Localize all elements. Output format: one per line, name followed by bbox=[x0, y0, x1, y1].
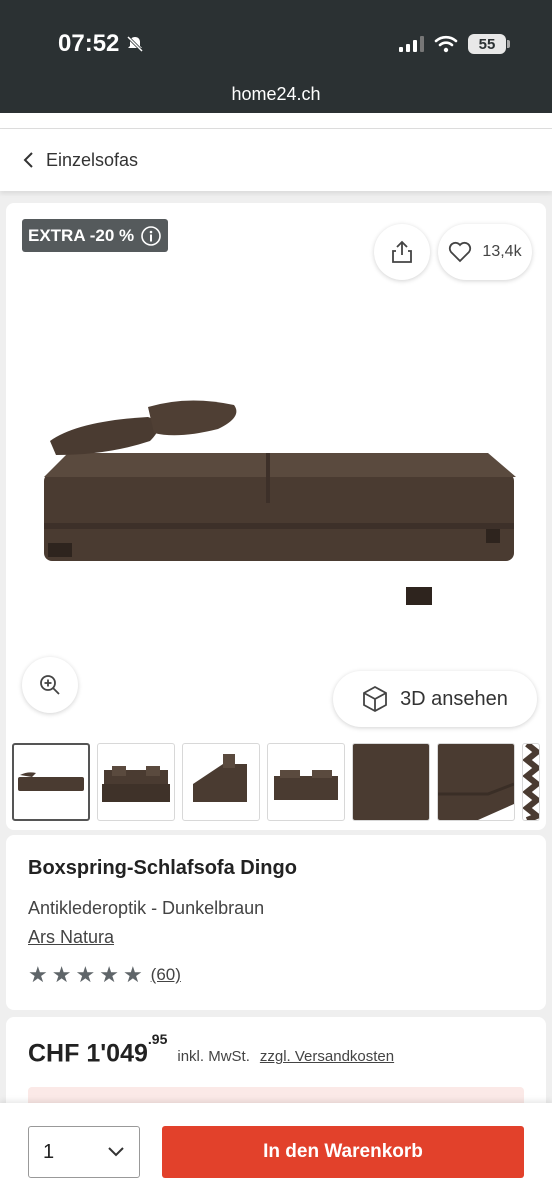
favorite-count: 13,4k bbox=[482, 243, 522, 260]
thumbnail-7[interactable] bbox=[522, 743, 540, 821]
chevron-down-icon bbox=[108, 1147, 124, 1157]
product-variant: Antiklederoptik - Dunkelbraun bbox=[28, 898, 265, 918]
battery-indicator: 55 bbox=[468, 34, 510, 54]
star-icon: ★ bbox=[51, 962, 72, 987]
thumbnail-2[interactable] bbox=[97, 743, 175, 821]
thumbnail-strip bbox=[12, 743, 540, 821]
breadcrumb-label: Einzelsofas bbox=[46, 149, 139, 170]
shipping-link[interactable]: zzgl. Versandkosten bbox=[260, 1048, 394, 1065]
price-main: CHF 1'049 bbox=[28, 1039, 148, 1068]
quantity-value: 1 bbox=[43, 1140, 55, 1163]
signal-icon bbox=[399, 36, 424, 52]
rating[interactable]: ★ ★ ★ ★ ★ (60) bbox=[28, 964, 524, 986]
view-3d-button[interactable]: 3D ansehen bbox=[333, 671, 537, 727]
page-top-gap bbox=[0, 113, 552, 129]
breadcrumb[interactable]: Einzelsofas bbox=[0, 129, 552, 191]
brand-link[interactable]: Ars Natura bbox=[28, 927, 524, 948]
thumbnail-5[interactable] bbox=[352, 743, 430, 821]
info-icon bbox=[141, 225, 161, 246]
url-bar[interactable]: home24.ch bbox=[0, 84, 552, 105]
star-icon: ★ bbox=[75, 962, 96, 987]
thumbnail-1[interactable] bbox=[12, 743, 90, 821]
product-info: Boxspring-Schlafsofa Dingo Antiklederopt… bbox=[6, 835, 546, 1010]
star-icon: ★ bbox=[99, 962, 119, 987]
status-icons: 55 bbox=[398, 34, 510, 54]
status-time: 07:52 bbox=[58, 30, 145, 58]
price-amount: CHF 1'049.95 bbox=[28, 1031, 167, 1068]
zoom-in-icon bbox=[40, 675, 60, 695]
product-gallery: EXTRA -20 % 13,4k 3D ansehen bbox=[6, 203, 546, 830]
clock: 07:52 bbox=[58, 30, 120, 57]
price-cents: .95 bbox=[147, 1031, 168, 1047]
thumbnail-3[interactable] bbox=[182, 743, 260, 821]
add-to-cart-button[interactable]: In den Warenkorb bbox=[162, 1126, 524, 1178]
product-title: Boxspring-Schlafsofa Dingo bbox=[28, 857, 297, 879]
share-icon bbox=[392, 240, 412, 263]
price-row: CHF 1'049.95 inkl. MwSt. zzgl. Versandko… bbox=[28, 1031, 524, 1068]
discount-badge-label: EXTRA -20 % bbox=[28, 225, 135, 245]
cube-icon bbox=[363, 685, 387, 713]
view-3d-label: 3D ansehen bbox=[400, 687, 508, 710]
thumbnail-4[interactable] bbox=[267, 743, 345, 821]
product-image[interactable] bbox=[38, 393, 522, 613]
add-to-cart-bar: 1 In den Warenkorb bbox=[0, 1103, 552, 1200]
rating-count[interactable]: (60) bbox=[151, 965, 181, 985]
bell-muted-icon bbox=[127, 35, 144, 53]
thumbnail-6[interactable] bbox=[437, 743, 515, 821]
share-button[interactable] bbox=[374, 224, 430, 280]
chevron-left-icon bbox=[23, 152, 33, 168]
star-icon: ★ bbox=[122, 962, 143, 987]
quantity-select[interactable]: 1 bbox=[28, 1126, 140, 1178]
star-icon: ★ bbox=[28, 962, 48, 987]
zoom-button[interactable] bbox=[22, 657, 78, 713]
status-bar: 07:52 55 home24.ch bbox=[0, 0, 552, 113]
heart-icon bbox=[449, 241, 472, 263]
discount-badge[interactable]: EXTRA -20 % bbox=[22, 219, 169, 252]
vat-note: inkl. MwSt. bbox=[177, 1048, 250, 1066]
favorite-button[interactable]: 13,4k bbox=[438, 224, 532, 280]
wifi-icon bbox=[434, 35, 458, 53]
